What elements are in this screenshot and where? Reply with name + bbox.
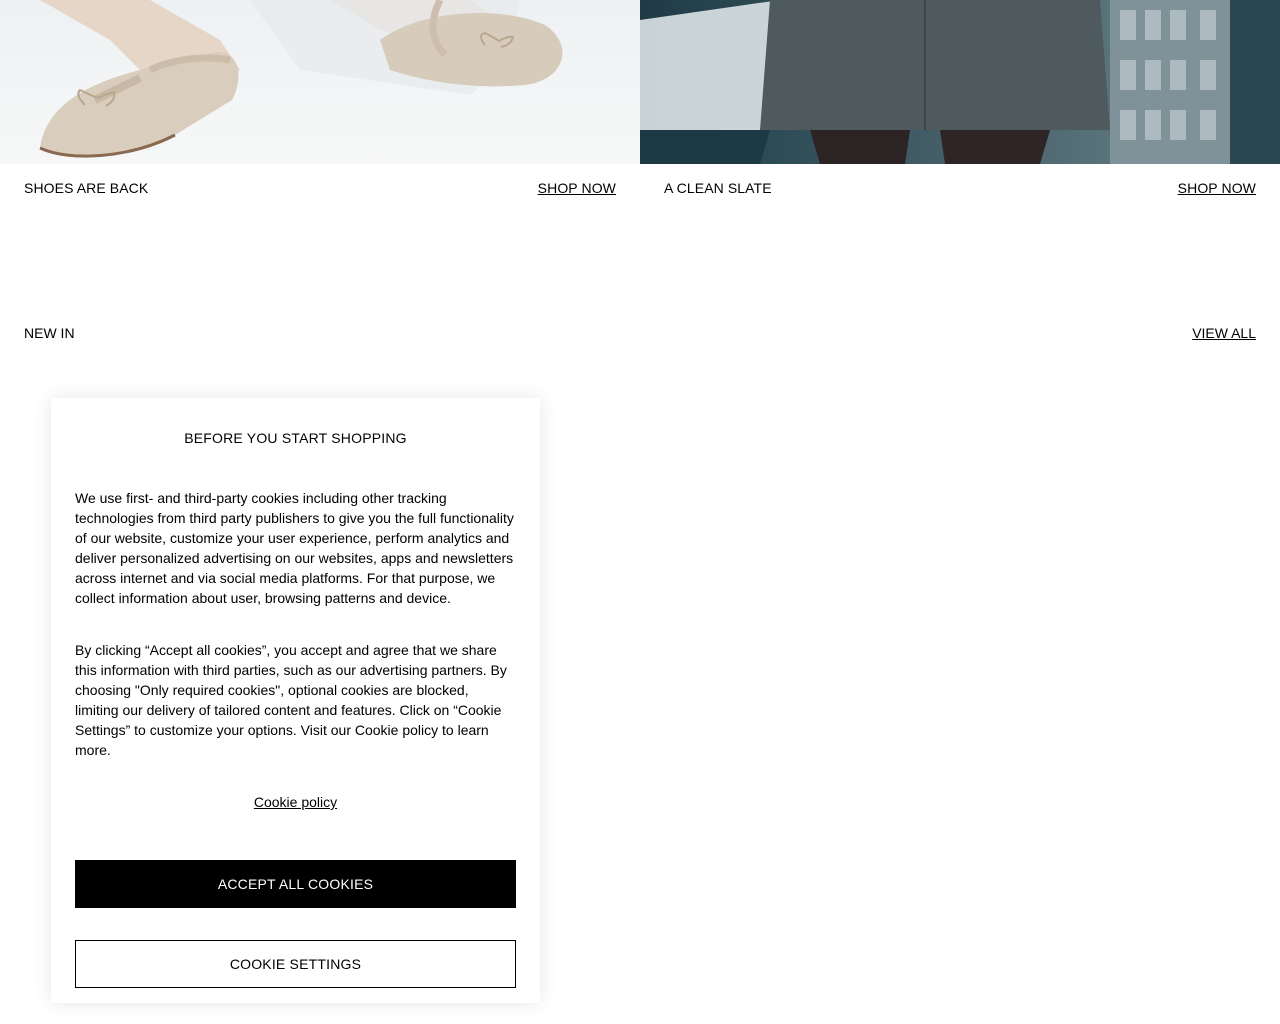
cookie-consent-info: By clicking “Accept all cookies”, you ac… bbox=[75, 642, 507, 758]
hero-row bbox=[0, 0, 1280, 164]
dialog-title: BEFORE YOU START SHOPPING bbox=[184, 430, 407, 446]
shop-now-link[interactable]: SHOP NOW bbox=[538, 180, 616, 212]
cookie-consent-dialog: BEFORE YOU START SHOPPING We use first- … bbox=[51, 398, 540, 1003]
cookie-description: We use first- and third-party cookies in… bbox=[75, 490, 514, 606]
promo-caption-shoes: SHOES ARE BACK SHOP NOW bbox=[0, 164, 640, 212]
skirt-promo-image[interactable] bbox=[640, 0, 1280, 164]
promo-captions: SHOES ARE BACK SHOP NOW A CLEAN SLATE SH… bbox=[0, 164, 1280, 212]
shop-now-link[interactable]: SHOP NOW bbox=[1178, 180, 1256, 212]
shoes-promo-image[interactable] bbox=[0, 0, 640, 164]
new-in-header: NEW IN VIEW ALL bbox=[24, 325, 1256, 341]
cookie-policy-link[interactable]: Cookie policy bbox=[75, 792, 516, 812]
section-title: NEW IN bbox=[24, 325, 75, 341]
accept-all-cookies-button[interactable]: ACCEPT ALL COOKIES bbox=[75, 860, 516, 908]
promo-title: SHOES ARE BACK bbox=[24, 180, 149, 196]
promo-caption-skirt: A CLEAN SLATE SHOP NOW bbox=[640, 164, 1280, 212]
promo-title: A CLEAN SLATE bbox=[664, 180, 772, 196]
cookie-settings-button[interactable]: COOKIE SETTINGS bbox=[75, 940, 516, 988]
view-all-link[interactable]: VIEW ALL bbox=[1192, 325, 1256, 341]
